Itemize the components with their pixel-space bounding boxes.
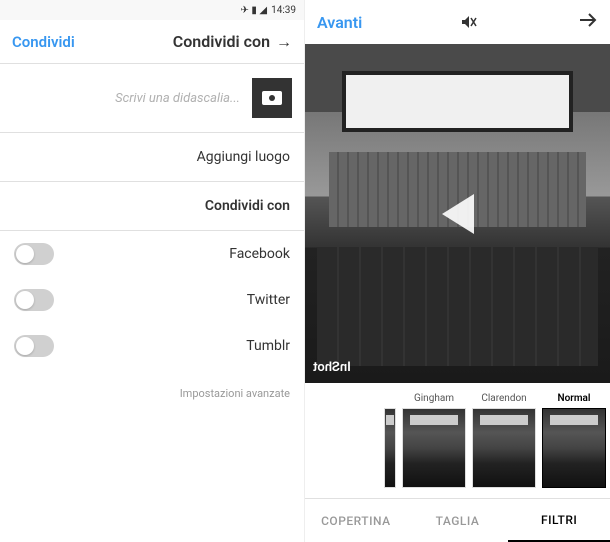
twitter-toggle[interactable]	[14, 289, 54, 311]
facebook-toggle[interactable]	[14, 243, 54, 265]
status-bar: ✈ ▮ ◢ 14:39	[0, 0, 304, 20]
media-thumbnail[interactable]	[252, 78, 292, 118]
filter-clarendon[interactable]: Clarendon	[472, 393, 536, 488]
play-icon[interactable]	[442, 194, 474, 234]
edit-screen: Avanti InShot Gingham Clarendon	[305, 0, 610, 542]
sound-muted-icon[interactable]	[461, 15, 479, 29]
caption-row: Scrivi una didascalia...	[0, 64, 304, 133]
filter-clarendon-label: Clarendon	[481, 393, 526, 404]
tumblr-label: Tumblr	[246, 338, 290, 354]
next-button[interactable]: Avanti	[317, 13, 362, 32]
share-button[interactable]: Condividi	[12, 33, 75, 51]
filter-normal[interactable]: Normal	[542, 393, 606, 488]
status-icons: ✈ ▮ ◢	[241, 5, 268, 16]
tab-taglia[interactable]: TAGLIA	[407, 499, 509, 542]
status-time: 14:39	[271, 5, 296, 16]
tab-filtri[interactable]: FILTRI	[508, 499, 610, 542]
caption-input[interactable]: Scrivi una didascalia...	[115, 91, 240, 106]
filter-partial[interactable]	[384, 393, 396, 488]
filter-normal-label: Normal	[558, 393, 591, 404]
share-screen: ✈ ▮ ◢ 14:39 Condividi Condividi con → Sc…	[0, 0, 305, 542]
back-arrow-icon[interactable]: →	[276, 32, 292, 52]
share-tumblr-row: Tumblr	[0, 323, 304, 369]
video-watermark: InShot	[313, 360, 351, 375]
share-facebook-row: Facebook	[0, 231, 304, 277]
filter-gingham-label: Gingham	[414, 393, 454, 404]
advanced-settings-link[interactable]: Impostazioni avanzate	[0, 369, 304, 418]
share-with-label: Condividi con	[0, 182, 304, 231]
filter-gingham[interactable]: Gingham	[402, 393, 466, 488]
tumblr-toggle[interactable]	[14, 335, 54, 357]
tab-copertina[interactable]: COPERTINA	[305, 499, 407, 542]
header-title-label: Condividi con	[173, 32, 270, 51]
add-location-row[interactable]: Aggiungi luogo	[0, 133, 304, 182]
header-title: Condividi con →	[173, 32, 292, 52]
facebook-label: Facebook	[229, 246, 290, 262]
twitter-label: Twitter	[247, 292, 290, 308]
video-preview[interactable]: InShot	[305, 44, 610, 383]
share-twitter-row: Twitter	[0, 277, 304, 323]
filter-strip: Gingham Clarendon Normal	[305, 383, 610, 498]
share-header: Condividi Condividi con →	[0, 20, 304, 64]
forward-arrow-icon[interactable]	[578, 12, 598, 32]
edit-header: Avanti	[305, 0, 610, 44]
edit-tabs: COPERTINA TAGLIA FILTRI	[305, 498, 610, 542]
